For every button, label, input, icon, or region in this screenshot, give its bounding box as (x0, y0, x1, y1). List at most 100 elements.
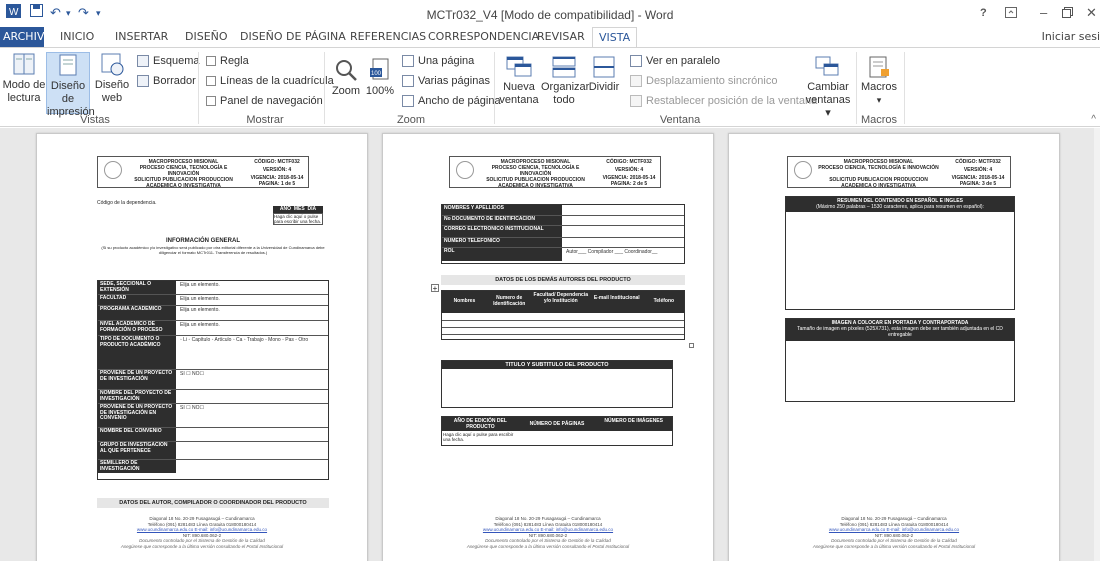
varias-paginas-button[interactable]: Varias páginas (402, 75, 490, 87)
diseno-impresion-button[interactable]: Diseño de impresión (46, 52, 95, 118)
group-separator (904, 52, 905, 124)
page-header: MACROPROCESO MISIONAL PROCESO CIENCIA, T… (787, 156, 1011, 189)
ribbon-display-options-icon[interactable] (1005, 6, 1017, 21)
header-proceso: PROCESO CIENCIA, TECNOLOGÍA E INNOVACIÓN (818, 165, 939, 171)
zoom-button[interactable]: Zoom (330, 58, 362, 98)
table-row[interactable]: NUMERO TELEFONICO (442, 237, 684, 247)
macros-button[interactable]: Macros ▾ (858, 56, 900, 107)
table-row[interactable]: CORREO ELECTRONICO INSTITUCIONAL (442, 225, 684, 237)
table-row[interactable]: TIPO DE DOCUMENTO O PRODUCTO ACADÉMICO ◦ … (98, 335, 328, 369)
header-version: VERSIÓN: 4 (963, 167, 993, 173)
desplazamiento-sincronico-button[interactable]: Desplazamiento sincrónico (630, 75, 777, 87)
dividir-button[interactable]: Dividir (587, 56, 621, 94)
restore-button[interactable] (1062, 6, 1073, 21)
row-value[interactable]: SI ☐ NO☐ (180, 371, 204, 377)
vertical-scrollbar[interactable] (1094, 128, 1100, 561)
row-value[interactable]: Autor___ Compilador ___ Coordinador__ (566, 249, 657, 255)
document-page-2[interactable]: MACROPROCESO MISIONAL PROCESO CIENCIA, T… (382, 133, 714, 561)
row-value[interactable]: Elija un elemento. (180, 282, 220, 288)
ano-edicion-input[interactable]: Haga clic aquí o pulse para escribir una… (443, 432, 517, 442)
tab-vista[interactable]: VISTA (592, 27, 638, 48)
lineas-cuadricula-checkbox[interactable]: Líneas de la cuadrícula (206, 75, 334, 87)
modo-lectura-button[interactable]: Modo de lectura (2, 52, 46, 105)
collapse-ribbon-icon[interactable]: ^ (1091, 114, 1096, 125)
sign-in-link[interactable]: Iniciar sesi (1042, 30, 1100, 43)
row-label: No DOCUMENTO DE IDENTIFICACIÓN (442, 216, 562, 225)
panel-check-box[interactable] (206, 96, 216, 106)
table-row[interactable]: PROVIENE DE UN PROYECTO DE INVESTIGACIÓN… (98, 369, 328, 389)
tab-diseno[interactable]: DISEÑO (185, 30, 228, 43)
row-value[interactable]: SI ☐ NO☐ (180, 405, 204, 411)
split-icon (593, 56, 615, 78)
borrador-button[interactable]: Borrador (137, 75, 196, 87)
page-header: MACROPROCESO MISIONAL PROCESO CIENCIA, T… (97, 156, 309, 189)
regla-check-box[interactable] (206, 56, 216, 66)
imagen-box[interactable]: IMAGEN A COLOCAR EN PORTADA Y CONTRAPORT… (785, 318, 1015, 402)
esquema-button[interactable]: Esquema (137, 55, 199, 67)
table-row[interactable]: SEDE, SECCIONAL O EXTENSIÓN Elija un elem… (98, 281, 328, 294)
help-button[interactable]: ? (980, 7, 987, 19)
row-value[interactable]: Elija un elemento. (180, 322, 220, 328)
resumen-box[interactable]: RESUMEN DEL CONTENIDO EN ESPAÑOL E INGLE… (785, 196, 1015, 310)
fecha-header: AÑO MES DÍA (273, 206, 323, 213)
fecha-input[interactable]: Haga clic aquí o pulse para escribir una… (273, 213, 323, 225)
borrador-label: Borrador (153, 75, 196, 87)
table-row[interactable]: PROVIENE DE UN PROYECTO DE INVESTIGACIÓN… (98, 403, 328, 427)
resumen-note: (Máximo 250 palabras – 1530 caracteres, … (816, 204, 984, 210)
edicion-table: AÑO DE EDICIÓN DEL PRODUCTO NÚMERO DE PÁ… (441, 416, 673, 446)
group-label-zoom: Zoom (396, 114, 426, 126)
close-button[interactable]: ✕ (1086, 5, 1097, 21)
table-row[interactable]: PROGRAMA ACADÉMICO Elija un elemento. (98, 305, 328, 320)
table-row[interactable] (442, 334, 684, 335)
macros-icon (869, 56, 889, 78)
zoom-100-label: 100% (365, 85, 395, 97)
table-row[interactable] (442, 327, 684, 328)
document-page-3[interactable]: MACROPROCESO MISIONAL PROCESO CIENCIA, T… (728, 133, 1060, 561)
nueva-ventana-button[interactable]: Nueva ventana (498, 56, 540, 107)
codigo-dependencia-field[interactable]: Código de la dependencia. (97, 200, 157, 206)
row-value[interactable]: Elija un elemento. (180, 296, 220, 302)
tab-referencias[interactable]: REFERENCIAS (350, 30, 426, 43)
table-row[interactable]: ROL Autor___ Compilador ___ Coordinador__ (442, 247, 684, 261)
tab-inicio[interactable]: INICIO (60, 30, 94, 43)
table-row[interactable]: GRUPO DE INVESTIGACIÓN AL QUE PERTENECE (98, 441, 328, 459)
table-resize-handle[interactable] (689, 343, 694, 348)
restablecer-posicion-button[interactable]: Restablecer posición de la ventana (630, 95, 817, 107)
panel-navegacion-checkbox[interactable]: Panel de navegación (206, 95, 323, 107)
macros-dropdown-icon[interactable]: ▾ (858, 94, 900, 107)
organizar-todo-button[interactable]: Organizar todo (541, 56, 589, 107)
diseno-web-button[interactable]: Diseño web (92, 52, 132, 105)
table-row[interactable]: NOMBRE DEL PROYECTO DE INVESTIGACIÓN (98, 389, 328, 403)
group-separator (856, 52, 857, 124)
table-row[interactable]: No DOCUMENTO DE IDENTIFICACIÓN (442, 215, 684, 225)
print-layout-icon (59, 54, 77, 76)
lineas-label: Líneas de la cuadrícula (220, 75, 334, 87)
una-pagina-button[interactable]: Una página (402, 55, 474, 67)
table-row[interactable]: SEMILLERO DE INVESTIGACIÓN (98, 459, 328, 473)
lineas-check-box[interactable] (206, 76, 216, 86)
tab-revisar[interactable]: REVISAR (537, 30, 585, 43)
ancho-pagina-button[interactable]: Ancho de página (402, 95, 501, 107)
tab-insertar[interactable]: INSERTAR (115, 30, 168, 43)
tab-archivo[interactable]: ARCHIVO (0, 27, 53, 47)
row-value[interactable]: Elija un elemento. (180, 307, 220, 313)
table-row[interactable]: NOMBRES Y APELLIDOS (442, 205, 684, 215)
titulo-subtitulo-box[interactable]: TITULO Y SUBTITULO DEL PRODUCTO (441, 360, 673, 408)
document-page-1[interactable]: MACROPROCESO MISIONAL PROCESO CIENCIA, T… (36, 133, 368, 561)
regla-checkbox[interactable]: Regla (206, 55, 249, 67)
cambiar-ventanas-button[interactable]: Cambiar ventanas ▾ (804, 56, 852, 120)
table-move-handle-icon[interactable]: + (431, 284, 439, 293)
row-value[interactable]: ◦ Li ◦ Capítulo ◦ Artículo ◦ Ca ◦ Trabaj… (180, 337, 308, 343)
zoom-100-button[interactable]: 100 100% (364, 58, 396, 98)
row-label: SEDE, SECCIONAL O EXTENSIÓN (98, 281, 176, 294)
tab-diseno-pagina[interactable]: DISEÑO DE PÁGINA (240, 30, 346, 43)
table-row[interactable]: FACULTAD Elija un elemento. (98, 294, 328, 305)
minimize-button[interactable]: – (1040, 5, 1047, 20)
table-row[interactable]: NOMBRE DEL CONVENIO (98, 427, 328, 441)
table-row[interactable] (442, 320, 684, 321)
ver-en-paralelo-button[interactable]: Ver en paralelo (630, 55, 720, 67)
one-page-icon (402, 55, 414, 67)
tab-correspondencia[interactable]: CORRESPONDENCIA (428, 30, 539, 43)
table-row[interactable]: NIVEL ACADÉMICO DE FORMACIÓN O PROCESO El… (98, 320, 328, 335)
header-proceso: PROCESO CIENCIA, TECNOLOGÍA E INNOVACIÓN (139, 165, 228, 177)
